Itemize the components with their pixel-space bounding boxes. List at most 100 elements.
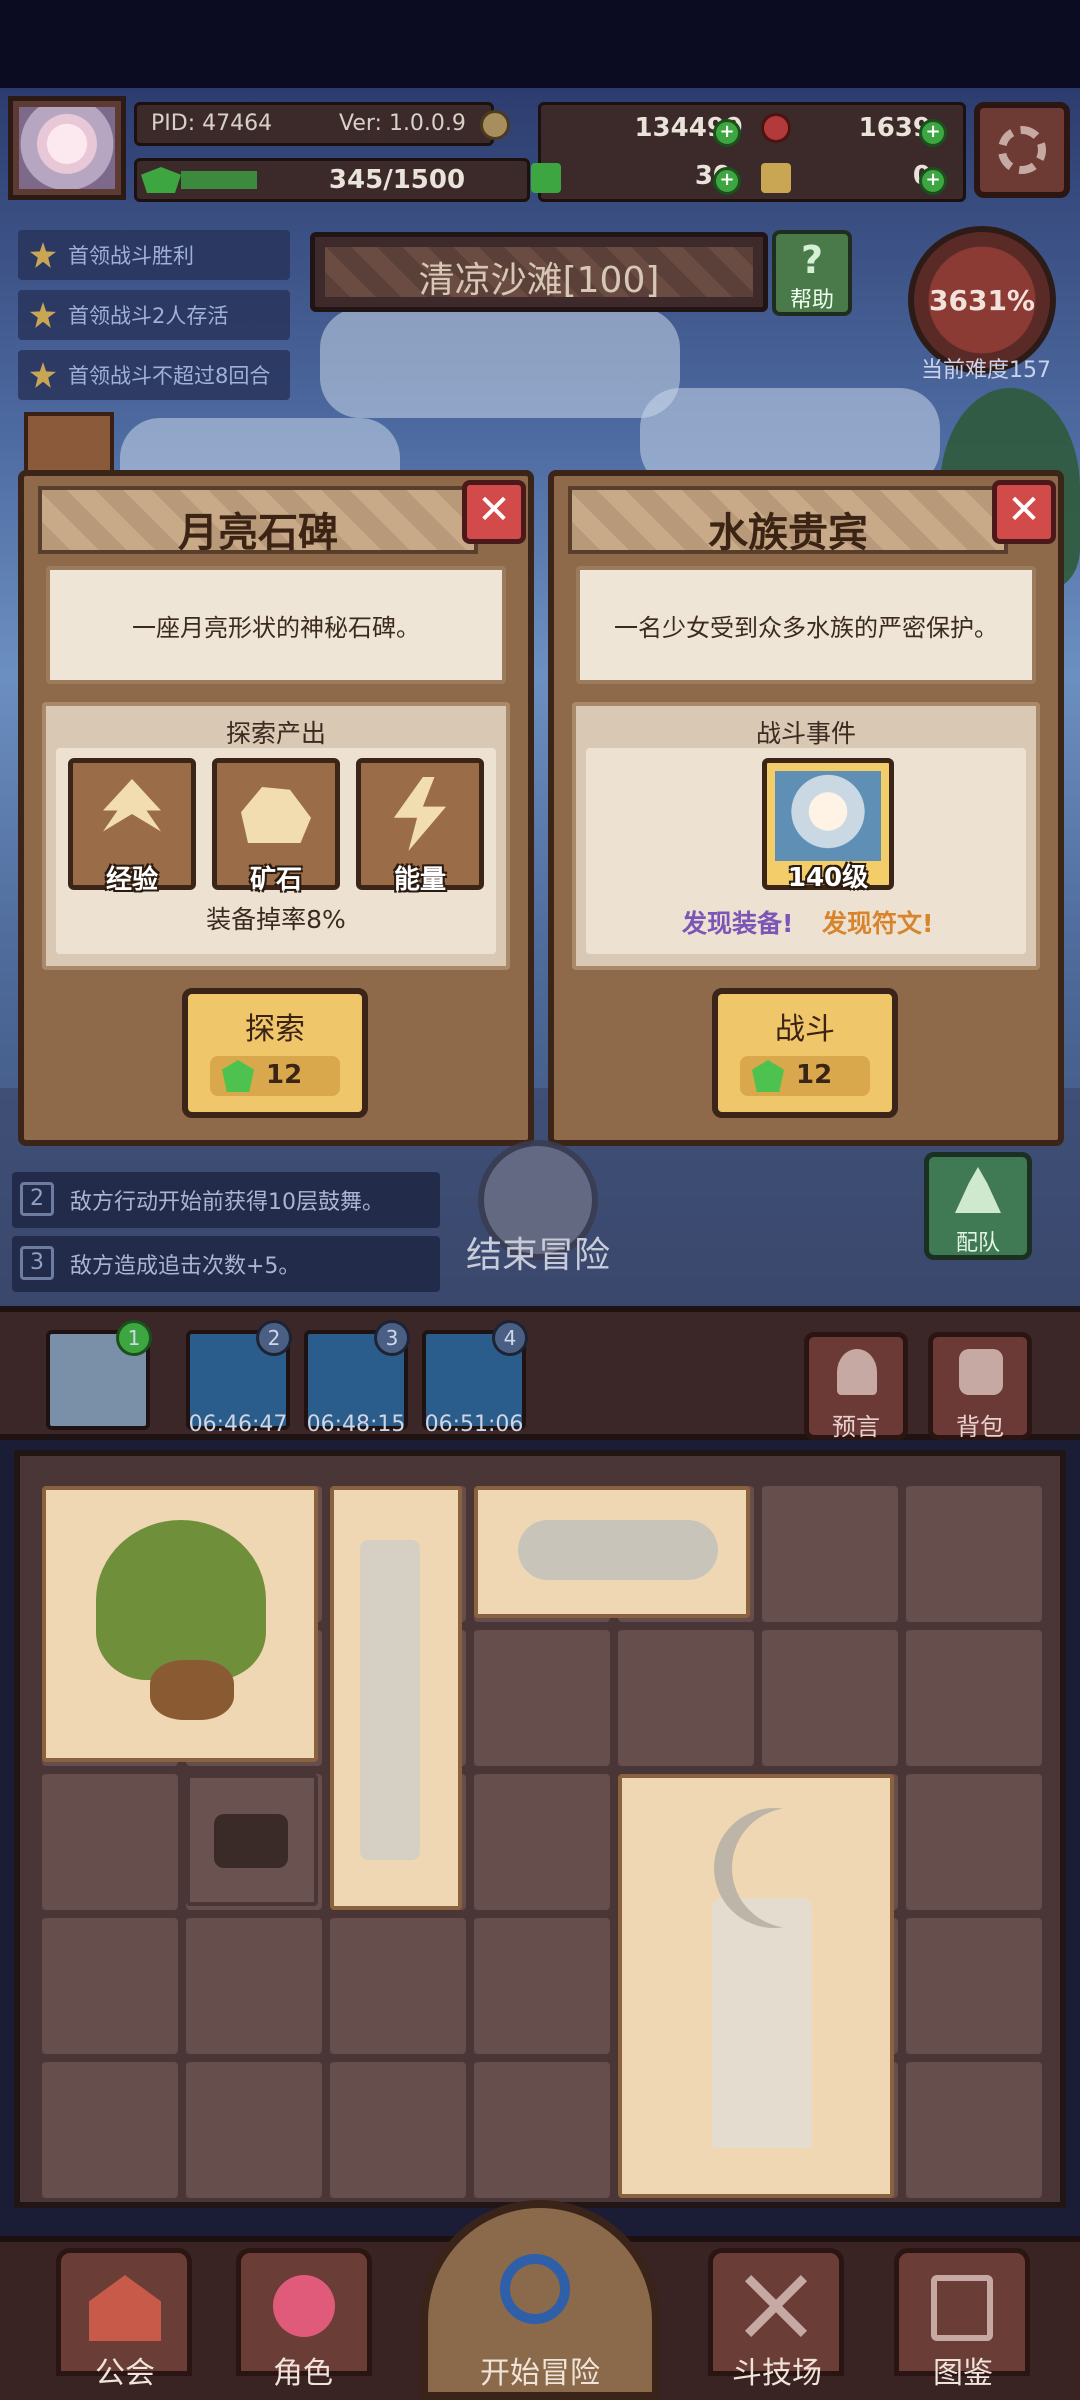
cost-value: 12 bbox=[266, 1060, 303, 1090]
bag-button[interactable]: 背包 bbox=[928, 1332, 1032, 1441]
close-button[interactable]: ✕ bbox=[992, 480, 1056, 544]
slot-number: 3 bbox=[374, 1320, 410, 1356]
hammer-icon bbox=[761, 163, 791, 193]
grid-cell[interactable] bbox=[42, 1774, 178, 1910]
slot-number: 2 bbox=[256, 1320, 292, 1356]
pillar bbox=[360, 1540, 420, 1860]
stage-effect: 2 敌方行动开始前获得10层鼓舞。 bbox=[12, 1172, 440, 1228]
grid-cell[interactable] bbox=[186, 1918, 322, 2054]
stone-pillar-item[interactable] bbox=[330, 1486, 462, 1910]
nav-codex-label: 图鉴 bbox=[933, 2356, 993, 2391]
character-icon bbox=[273, 2275, 335, 2337]
settings-button[interactable] bbox=[974, 102, 1070, 198]
moon-icon bbox=[732, 1808, 852, 1928]
grid-cell[interactable] bbox=[330, 1918, 466, 2054]
reward-label: 能量 bbox=[393, 865, 446, 895]
slot-timer: 06:46:47 bbox=[188, 1412, 288, 1437]
difficulty-label: 当前难度157 bbox=[921, 358, 1051, 383]
grid-cell[interactable] bbox=[186, 2062, 322, 2198]
reward-exp: 经验 bbox=[68, 758, 196, 895]
character-avatar-icon bbox=[19, 107, 115, 189]
exp-text: 345/1500 bbox=[328, 165, 466, 195]
add-gem-button[interactable]: + bbox=[919, 119, 947, 147]
ore-icon bbox=[241, 787, 311, 843]
find-rune-text: 发现符文! bbox=[822, 909, 934, 938]
grid-cell[interactable] bbox=[906, 1630, 1042, 1766]
slot-1[interactable]: 1 bbox=[46, 1320, 152, 1430]
event-card-aquatic-guest: 水族贵宾 ✕ 一名少女受到众多水族的严密保护。 战斗事件 140级 发现装备! … bbox=[548, 470, 1064, 1146]
grid-cell[interactable] bbox=[474, 1918, 610, 2054]
description-box: 一座月亮形状的神秘石碑。 bbox=[46, 566, 506, 684]
rubble-item[interactable] bbox=[474, 1486, 750, 1618]
nav-character-label: 角色 bbox=[273, 2356, 333, 2391]
stage-title: 清凉沙滩[100] bbox=[418, 260, 660, 301]
star-icon bbox=[30, 242, 56, 268]
section-title: 战斗事件 bbox=[755, 719, 856, 748]
event-card-moon-stele: 月亮石碑 ✕ 一座月亮形状的神秘石碑。 探索产出 经验 矿石 能量 装备掉率8%… bbox=[18, 470, 534, 1146]
quest-item: 首领战斗胜利 bbox=[18, 230, 290, 280]
reward-ore: 矿石 bbox=[212, 758, 340, 895]
add-hammer-button[interactable]: + bbox=[919, 167, 947, 195]
explore-button[interactable]: 探索 12 bbox=[182, 988, 368, 1118]
grid-cell[interactable] bbox=[906, 1486, 1042, 1622]
crystal-ball-icon bbox=[837, 1349, 877, 1395]
slot-number: 4 bbox=[492, 1320, 528, 1356]
description-box: 一名少女受到众多水族的严密保护。 bbox=[576, 566, 1036, 684]
grid-cell[interactable] bbox=[762, 1486, 898, 1622]
reward-energy: 能量 bbox=[356, 758, 484, 895]
pid-text: PID: 47464 bbox=[151, 111, 273, 136]
cloud bbox=[320, 308, 680, 418]
grid-cell[interactable] bbox=[906, 2062, 1042, 2198]
player-avatar[interactable] bbox=[8, 96, 126, 200]
slot-timer: 06:48:15 bbox=[306, 1412, 406, 1437]
gem-amount: 1639 bbox=[858, 113, 931, 143]
tree-stump-item[interactable] bbox=[186, 1774, 318, 1906]
grid-cell[interactable] bbox=[42, 1918, 178, 2054]
plant-roots bbox=[150, 1660, 234, 1720]
effect-text: 敌方造成追击次数+5。 bbox=[70, 1254, 301, 1279]
crossed-swords-icon bbox=[745, 2275, 807, 2337]
enemy-level: 140级 bbox=[787, 863, 869, 893]
prophecy-button[interactable]: 预言 bbox=[804, 1332, 908, 1441]
battle-button[interactable]: 战斗 12 bbox=[712, 988, 898, 1118]
guild-house-icon bbox=[89, 2275, 161, 2341]
quest-text: 首领战斗不超过8回合 bbox=[68, 364, 271, 388]
grid-cell[interactable] bbox=[474, 2062, 610, 2198]
battle-panel: 140级 发现装备! 发现符文! bbox=[586, 748, 1026, 954]
quest-item: 首领战斗不超过8回合 bbox=[18, 350, 290, 400]
enemy-portrait[interactable]: 140级 bbox=[762, 758, 894, 893]
team-label: 配队 bbox=[955, 1231, 1000, 1256]
end-adventure-button[interactable]: 结束冒险 bbox=[458, 1140, 618, 1280]
slot-number: 1 bbox=[116, 1320, 152, 1356]
rewards-panel: 经验 矿石 能量 装备掉率8% bbox=[56, 748, 496, 954]
grid-cell[interactable] bbox=[906, 1774, 1042, 1910]
grid-cell[interactable] bbox=[330, 2062, 466, 2198]
stage-effect: 3 敌方造成追击次数+5。 bbox=[12, 1236, 440, 1292]
palm-plant-item[interactable] bbox=[42, 1486, 318, 1762]
prophecy-label: 预言 bbox=[832, 1413, 880, 1441]
grid-cell[interactable] bbox=[474, 1630, 610, 1766]
grid-cell[interactable] bbox=[618, 1630, 754, 1766]
team-button[interactable]: 配队 bbox=[924, 1152, 1032, 1260]
card-title: 月亮石碑 bbox=[178, 510, 338, 556]
explore-label: 探索 bbox=[245, 1012, 305, 1047]
cost-value: 12 bbox=[796, 1060, 833, 1090]
lightning-icon bbox=[393, 777, 447, 851]
grid-cell[interactable] bbox=[474, 1774, 610, 1910]
quest-text: 首领战斗2人存活 bbox=[68, 304, 229, 328]
grid-cell[interactable] bbox=[906, 1918, 1042, 2054]
book-icon bbox=[931, 2275, 993, 2341]
quest-text: 首领战斗胜利 bbox=[68, 244, 194, 268]
help-button[interactable]: ? 帮助 bbox=[772, 230, 852, 316]
star-icon bbox=[30, 362, 56, 388]
close-button[interactable]: ✕ bbox=[462, 480, 526, 544]
treasure-chest-icon[interactable] bbox=[24, 412, 114, 474]
grid-cell[interactable] bbox=[42, 2062, 178, 2198]
grid-cell[interactable] bbox=[762, 1630, 898, 1766]
stage-banner: 清凉沙滩[100] bbox=[310, 232, 768, 312]
moon-stele-item[interactable] bbox=[618, 1774, 894, 2198]
add-clover-button[interactable]: + bbox=[713, 167, 741, 195]
star-icon bbox=[30, 302, 56, 328]
add-gold-button[interactable]: + bbox=[713, 119, 741, 147]
enemy-girl-icon bbox=[775, 771, 881, 861]
